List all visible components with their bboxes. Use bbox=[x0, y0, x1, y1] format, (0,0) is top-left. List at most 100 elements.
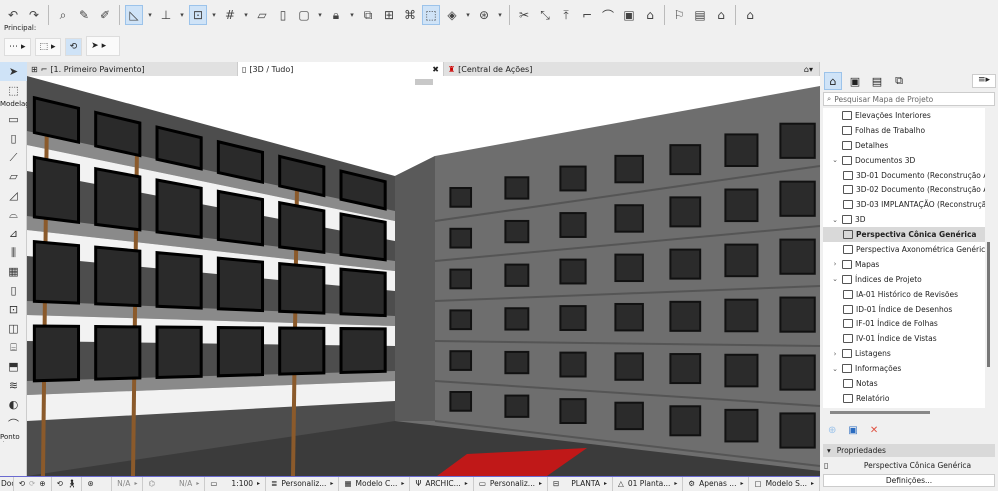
orbit-icon[interactable]: ⟲ bbox=[57, 479, 63, 488]
na-field-1[interactable]: N/A ▸ bbox=[112, 476, 144, 491]
eyedropper-icon[interactable]: ✎ bbox=[75, 5, 93, 25]
tree-item[interactable]: Perspectiva Cônica Genérica bbox=[823, 227, 985, 243]
chevron-down-icon[interactable]: ▾ bbox=[316, 11, 324, 19]
roof-tool[interactable]: ◿ bbox=[0, 186, 27, 205]
structure-field[interactable]: △ 01 Planta... ▸ bbox=[613, 476, 684, 491]
skylight-tool[interactable]: ◫ bbox=[0, 319, 27, 338]
column-tool[interactable]: ▯ bbox=[0, 129, 27, 148]
roof-icon[interactable]: ⌂ bbox=[641, 5, 659, 25]
na-field-2[interactable]: ⌬ N/A ▸ bbox=[143, 476, 206, 491]
chevron-right-icon[interactable]: › bbox=[831, 260, 839, 268]
shell-tool[interactable]: ⌓ bbox=[0, 205, 27, 224]
view-map-icon[interactable]: ▣ bbox=[846, 72, 864, 90]
marquee-tool[interactable]: ⬚ bbox=[0, 81, 27, 100]
compass-icon[interactable]: ⊛ bbox=[475, 5, 493, 25]
chevron-down-icon[interactable]: ▾ bbox=[146, 11, 154, 19]
flag-icon[interactable]: ⚐ bbox=[670, 5, 688, 25]
shell-tool-2[interactable]: ⌒ bbox=[0, 414, 27, 433]
settings-button[interactable]: Definições... bbox=[823, 474, 995, 487]
zoom-previous-icon[interactable]: ⟲ bbox=[19, 479, 25, 488]
add-icon[interactable]: ⊕ bbox=[828, 425, 836, 436]
find-select-icon[interactable]: ⌕ bbox=[54, 5, 72, 25]
tree-hscrollbar[interactable] bbox=[830, 411, 930, 414]
zoom-next-icon[interactable]: ⟳ bbox=[29, 479, 35, 488]
tab-central-acoes[interactable]: ♜ [Central de Ações] ⌂▾ bbox=[444, 62, 820, 76]
tree-item[interactable]: Perspectiva Axonométrica Genérica bbox=[823, 242, 985, 257]
layer-combo-field[interactable]: ≣ Personaliz... ▸ bbox=[266, 476, 340, 491]
morph-tool[interactable]: ◐ bbox=[0, 395, 27, 414]
arrow-tool[interactable]: ➤ bbox=[0, 62, 27, 81]
marquee-tool-button[interactable]: ⋯ ▸ bbox=[4, 38, 31, 56]
chevron-down-icon[interactable]: ▾ bbox=[464, 11, 472, 19]
redo-icon[interactable]: ↷ bbox=[25, 5, 43, 25]
search-input[interactable]: Pesquisar Mapa de Projeto bbox=[834, 95, 933, 104]
chevron-down-icon[interactable]: ⌄ bbox=[831, 365, 839, 373]
zone-tool[interactable]: ⬒ bbox=[0, 357, 27, 376]
tree-item[interactable]: 3D-02 Documento (Reconstrução Automática… bbox=[823, 182, 985, 197]
navigation-icon[interactable]: ⊛ bbox=[82, 476, 113, 491]
tree-item[interactable]: ⌄ Informações bbox=[823, 361, 985, 376]
renovation-field[interactable]: ⊟ PLANTA ▸ bbox=[548, 476, 614, 491]
tab-primeiro-pavimento[interactable]: ⊞ ⌐ [1. Primeiro Pavimento] bbox=[27, 62, 238, 76]
plane-icon[interactable]: ▱ bbox=[253, 5, 271, 25]
publish-icon[interactable]: ▤ bbox=[691, 5, 709, 25]
scale-field[interactable]: ▭ 1:100 ▸ bbox=[205, 476, 267, 491]
tree-item[interactable]: 3D-03 IMPLANTAÇÃO (Reconstrução Automáti… bbox=[823, 197, 985, 212]
explode-icon[interactable]: ⌘ bbox=[401, 5, 419, 25]
chevron-down-icon[interactable]: ⌄ bbox=[831, 275, 839, 283]
chevron-down-icon[interactable]: ▾ bbox=[242, 11, 250, 19]
curtain-wall-tool[interactable]: ▦ bbox=[0, 262, 27, 281]
tree-item[interactable]: IA-01 Histórico de Revisões bbox=[823, 287, 985, 302]
override-field[interactable]: ▭ Personaliz... ▸ bbox=[474, 476, 548, 491]
gravity-icon[interactable]: ⊡ bbox=[189, 5, 207, 25]
tree-item[interactable]: 3D-01 Documento (Reconstrução Automática… bbox=[823, 168, 985, 183]
window-tool[interactable]: ⊡ bbox=[0, 300, 27, 319]
zoom-in-icon[interactable]: ⊕ bbox=[39, 479, 45, 488]
chevron-down-icon[interactable]: ▾ bbox=[496, 11, 504, 19]
door-tool[interactable]: ▯ bbox=[0, 281, 27, 300]
teamwork-icon[interactable]: ⌂ bbox=[712, 5, 730, 25]
project-map-search[interactable]: ⌕ Pesquisar Mapa de Projeto bbox=[823, 92, 995, 106]
tab-menu-icon[interactable]: ⌂▾ bbox=[804, 65, 813, 74]
tree-item[interactable]: Folhas de Trabalho bbox=[823, 123, 985, 138]
project-map-icon[interactable]: ⌂ bbox=[824, 72, 842, 90]
3d-navigation-icon[interactable]: ◈ bbox=[443, 5, 461, 25]
navigator-menu-icon[interactable]: ≡▸ bbox=[972, 74, 996, 88]
fillet-icon[interactable]: ⌒ bbox=[599, 5, 617, 25]
chevron-down-icon[interactable]: ⌄ bbox=[831, 156, 839, 164]
tree-scrollbar[interactable] bbox=[987, 242, 990, 367]
3d-viewport[interactable] bbox=[27, 76, 820, 476]
properties-header[interactable]: ▾ Propriedades bbox=[823, 444, 995, 457]
object-tool[interactable]: ⌸ bbox=[0, 338, 27, 357]
snap-guide-icon[interactable]: ⊥ bbox=[157, 5, 175, 25]
chevron-down-icon[interactable]: ▾ bbox=[210, 11, 218, 19]
beam-tool[interactable]: ⟋ bbox=[0, 148, 27, 167]
select-region-icon[interactable]: ⬚ bbox=[422, 5, 440, 25]
tree-item[interactable]: Relatório bbox=[823, 391, 985, 406]
stair-tool[interactable]: ⊿ bbox=[0, 224, 27, 243]
tree-item[interactable]: Detalhes bbox=[823, 138, 985, 153]
tree-item[interactable]: › Listagens bbox=[823, 346, 985, 361]
slab-tool[interactable]: ▱ bbox=[0, 167, 27, 186]
select-area-button[interactable]: ⬚ ▸ bbox=[34, 38, 61, 56]
publisher-icon[interactable]: ⧉ bbox=[890, 72, 908, 90]
filter-field[interactable]: ⚙ Apenas ... ▸ bbox=[683, 476, 750, 491]
chevron-down-icon[interactable]: ⌄ bbox=[831, 216, 839, 224]
group-icon[interactable]: ⧉ bbox=[359, 5, 377, 25]
chevron-down-icon[interactable]: ▾ bbox=[178, 11, 186, 19]
offset-icon[interactable]: ▣ bbox=[620, 5, 638, 25]
trace-icon[interactable]: ▯ bbox=[274, 5, 292, 25]
elevate-icon[interactable]: ⤒ bbox=[557, 5, 575, 25]
model-display-field[interactable]: ▢ Modelo S... ▸ bbox=[749, 476, 820, 491]
chevron-right-icon[interactable]: › bbox=[831, 350, 839, 358]
tree-item[interactable]: IV-01 Índice de Vistas bbox=[823, 331, 985, 346]
undo-icon[interactable]: ↶ bbox=[4, 5, 22, 25]
grid-icon[interactable]: # bbox=[221, 5, 239, 25]
layout-book-icon[interactable]: ▤ bbox=[868, 72, 886, 90]
tree-item[interactable]: Elevações Interiores bbox=[823, 108, 985, 123]
syringe-icon[interactable]: ✐ bbox=[96, 5, 114, 25]
tab-3d[interactable]: ▯ [3D / Tudo] ✖ bbox=[238, 62, 444, 76]
tree-item[interactable]: Notas bbox=[823, 376, 985, 391]
arrow-tool-button[interactable]: ➤ ▸ bbox=[86, 36, 121, 56]
intersect-icon[interactable]: ⌐ bbox=[578, 5, 596, 25]
